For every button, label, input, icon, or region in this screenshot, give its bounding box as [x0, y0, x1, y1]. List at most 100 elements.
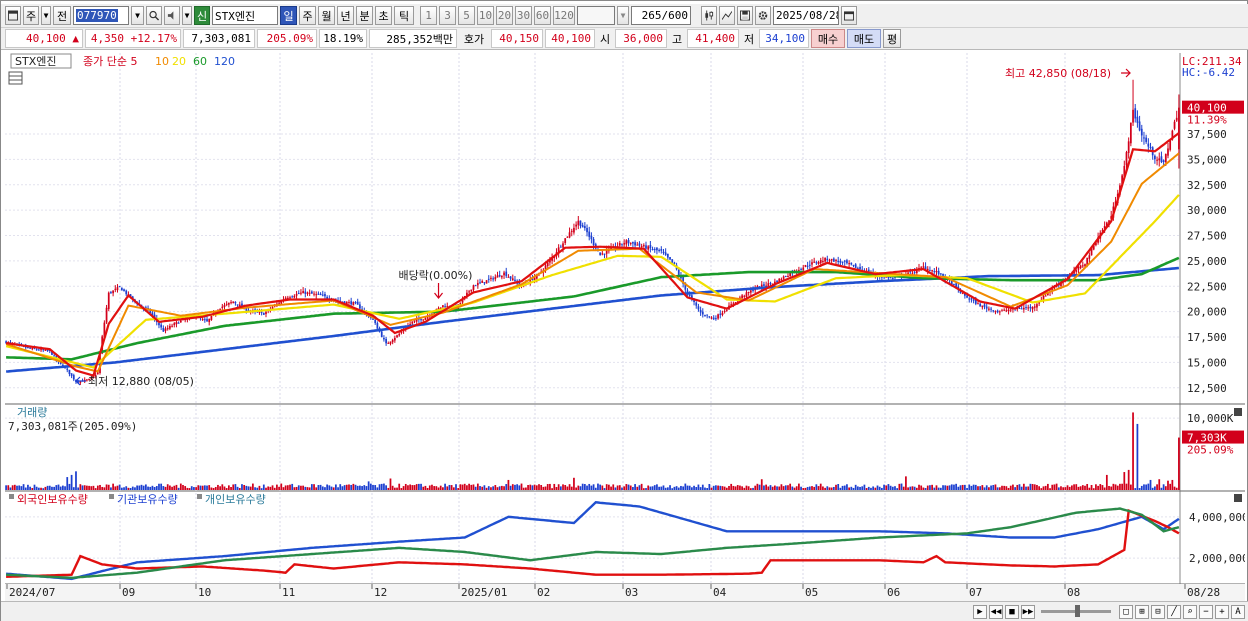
- price-tick-label: 35,000: [1187, 153, 1227, 166]
- fast-forward-icon[interactable]: ▶▶: [1021, 604, 1035, 619]
- volume-bar: [468, 483, 470, 490]
- scroll-right-icon[interactable]: ▶: [973, 604, 987, 619]
- interval-60-button[interactable]: 60: [534, 6, 551, 25]
- volume-bar: [749, 488, 752, 490]
- candle-body: [324, 294, 326, 297]
- interval-20-button[interactable]: 20: [496, 6, 513, 25]
- volume-bar: [1057, 487, 1060, 490]
- calendar-icon[interactable]: [841, 6, 857, 25]
- volume-bar: [754, 485, 757, 490]
- volume-bar: [874, 487, 877, 490]
- candle-body: [852, 264, 855, 266]
- candle-body: [588, 231, 591, 237]
- volume-bar: [996, 487, 999, 490]
- zoom-slider[interactable]: [1041, 605, 1111, 617]
- interval-120-button[interactable]: 120: [553, 6, 575, 25]
- interval-3-button[interactable]: 3: [439, 6, 456, 25]
- interval-5-button[interactable]: 5: [458, 6, 475, 25]
- volume-bar: [680, 485, 682, 490]
- candle-body: [304, 291, 307, 294]
- candle-body: [671, 259, 674, 263]
- sell-button[interactable]: 매도: [847, 29, 881, 48]
- rewind-icon[interactable]: ◀◀: [989, 604, 1003, 619]
- interval-10-button[interactable]: 10: [477, 6, 494, 25]
- volume-bar: [149, 486, 152, 490]
- volume-bar: [819, 483, 822, 490]
- candle-body: [295, 293, 298, 296]
- volume-bar: [166, 484, 169, 490]
- candle-body: [843, 260, 846, 262]
- font-icon[interactable]: A: [1231, 604, 1245, 619]
- minus-icon[interactable]: −: [1199, 604, 1213, 619]
- count-input[interactable]: 265/600: [631, 6, 691, 25]
- eval-button[interactable]: 평: [883, 29, 901, 48]
- x-tick-label: 2024/07: [9, 586, 55, 599]
- interval-custom-input[interactable]: [577, 6, 615, 25]
- layout-icon[interactable]: □: [1119, 604, 1133, 619]
- stock-code-input[interactable]: 077970: [73, 6, 129, 25]
- interval-dropdown-icon[interactable]: ▼: [617, 6, 629, 25]
- volume-bar: [442, 487, 444, 490]
- tab-period-second[interactable]: 초: [375, 6, 392, 25]
- volume-bar: [256, 487, 259, 490]
- tab-period-year[interactable]: 년: [337, 6, 354, 25]
- volume-bar: [559, 486, 562, 490]
- volume-bar: [361, 486, 363, 490]
- candle-body: [123, 289, 125, 292]
- candle-body: [1005, 310, 1008, 312]
- window-icon[interactable]: [5, 6, 21, 25]
- tab-period-day[interactable]: 일: [280, 6, 297, 25]
- dropdown-icon[interactable]: ▼: [41, 6, 51, 25]
- sound-icon[interactable]: [164, 6, 180, 25]
- candle-body: [850, 262, 853, 265]
- split-icon[interactable]: ⊞: [1135, 604, 1149, 619]
- candle-type-icon[interactable]: [701, 6, 717, 25]
- volume-bar: [632, 486, 634, 490]
- tab-period-month[interactable]: 월: [318, 6, 335, 25]
- zoom-slider-handle[interactable]: [1075, 605, 1080, 617]
- draw-tool-icon[interactable]: [719, 6, 735, 25]
- volume-bar: [509, 485, 512, 490]
- volume-bar: [1068, 486, 1071, 490]
- interval-1-button[interactable]: 1: [420, 6, 437, 25]
- volume-bar: [566, 486, 569, 490]
- prev-button[interactable]: 전: [53, 6, 71, 25]
- zoom-in-icon[interactable]: ⌕: [1183, 604, 1197, 619]
- interval-30-button[interactable]: 30: [515, 6, 532, 25]
- tab-period-minute[interactable]: 분: [356, 6, 373, 25]
- volume-bar: [83, 485, 86, 490]
- code-dropdown-icon[interactable]: ▼: [131, 6, 144, 25]
- plus-icon[interactable]: +: [1215, 604, 1229, 619]
- tab-period-week[interactable]: 주: [299, 6, 316, 25]
- volume-bar: [343, 485, 346, 490]
- compare-icon[interactable]: ⊟: [1151, 604, 1165, 619]
- volume-bar: [114, 486, 117, 490]
- volume-bar: [1001, 485, 1003, 490]
- tab-period-tick[interactable]: 틱: [394, 6, 414, 25]
- volume-bar: [669, 485, 671, 490]
- volume-bar: [723, 486, 726, 490]
- volume-bar: [265, 487, 267, 490]
- volume-bar: [815, 484, 818, 490]
- candle-body: [44, 349, 47, 351]
- sound-dropdown-icon[interactable]: ▼: [182, 6, 192, 25]
- stock-chart[interactable]: 37,500 35,000 32,500 30,000 27,500 25,000 22,5…: [5, 53, 1245, 601]
- search-icon[interactable]: [146, 6, 162, 25]
- volume-bar: [503, 486, 505, 490]
- date-input[interactable]: 2025/08/28: [773, 6, 839, 25]
- stop-icon[interactable]: ■: [1005, 604, 1019, 619]
- volume-bar: [826, 486, 829, 490]
- buy-button[interactable]: 매수: [811, 29, 845, 48]
- candle-body: [1136, 116, 1139, 123]
- candle-body: [321, 294, 324, 296]
- volume-bar: [531, 485, 534, 490]
- candle-body: [1036, 304, 1038, 308]
- volume-bar: [138, 485, 141, 490]
- volume-bar: [725, 487, 728, 490]
- stock-name-field[interactable]: STX엔진: [212, 6, 278, 25]
- settings-gear-icon[interactable]: [755, 6, 771, 25]
- save-icon[interactable]: [737, 6, 753, 25]
- mode-button[interactable]: 주: [23, 6, 39, 25]
- volume-bar: [383, 483, 385, 490]
- trend-tool-icon[interactable]: ╱: [1167, 604, 1181, 619]
